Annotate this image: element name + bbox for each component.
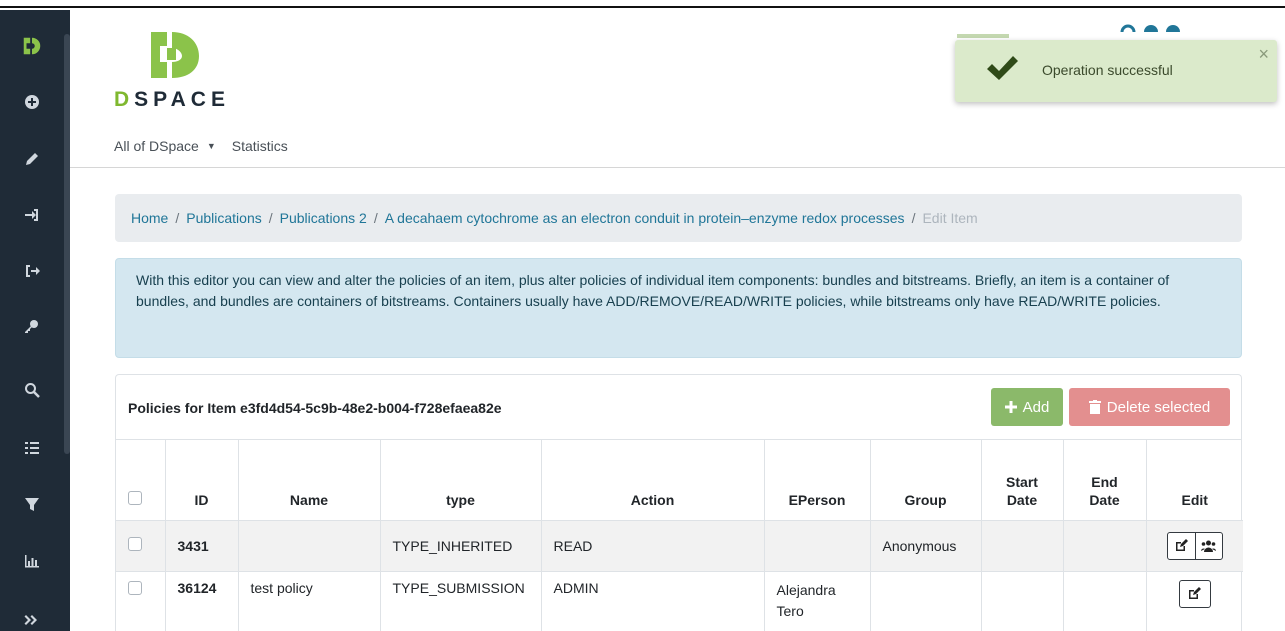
column-header-edit: Edit (1146, 440, 1243, 521)
policy-end-date (1063, 520, 1147, 572)
column-header-start-date: Start Date (981, 440, 1064, 521)
policy-start-date (981, 571, 1064, 631)
policy-type: TYPE_SUBMISSION (380, 571, 542, 631)
policy-name (238, 520, 381, 572)
policy-id: 3431 (165, 520, 239, 572)
policy-type: TYPE_INHERITED (380, 520, 542, 572)
edit-policy-button[interactable] (1168, 533, 1195, 559)
dspace-logo-icon[interactable] (0, 18, 64, 74)
policy-action: ADMIN (541, 571, 765, 631)
checkmark-icon (987, 56, 1018, 80)
policy-start-date (981, 520, 1064, 572)
edit-policy-button[interactable] (1178, 579, 1211, 608)
nav-all-of-dspace[interactable]: All of DSpace (114, 138, 199, 154)
breadcrumb-home[interactable]: Home (131, 210, 168, 226)
column-header-type: type (380, 440, 542, 521)
policy-id: 36124 (165, 571, 239, 631)
policies-card-header: Policies for Item e3fd4d54-5c9b-48e2-b00… (116, 375, 1241, 440)
column-header-action: Action (541, 440, 765, 521)
row-checkbox[interactable] (128, 537, 142, 551)
admin-sidebar (0, 10, 70, 631)
filter-icon[interactable] (0, 476, 64, 532)
breadcrumb-separator: / (268, 210, 273, 226)
add-label: Add (1022, 398, 1050, 416)
column-header-eperson: EPerson (764, 440, 871, 521)
nav-statistics[interactable]: Statistics (232, 138, 288, 154)
expand-sidebar-icon[interactable] (0, 592, 64, 631)
plus-circle-icon[interactable] (0, 74, 64, 130)
breadcrumb-publications-2[interactable]: Publications 2 (280, 210, 367, 226)
sign-in-icon[interactable] (0, 187, 64, 243)
policy-end-date (1063, 571, 1147, 631)
trash-icon (1088, 400, 1101, 414)
toast-tab (957, 34, 1009, 38)
dspace-wordmark: DSPACE (114, 88, 230, 111)
success-toast: Operation successful × (955, 40, 1277, 102)
policy-action: READ (541, 520, 765, 572)
select-all-checkbox[interactable] (128, 490, 142, 505)
column-header-name: Name (238, 440, 381, 521)
edit-icon (1175, 539, 1188, 551)
column-header-end-date: End Date (1063, 440, 1147, 521)
column-header-id: ID (165, 440, 239, 521)
chart-icon[interactable] (0, 532, 64, 588)
policy-group (870, 571, 982, 631)
delete-selected-button[interactable]: Delete selected (1069, 388, 1230, 426)
breadcrumb-publications[interactable]: Publications (186, 210, 262, 226)
search-icon[interactable] (0, 362, 64, 418)
delete-label: Delete selected (1106, 398, 1211, 416)
pencil-icon[interactable] (0, 131, 64, 187)
row-select-cell (116, 571, 166, 631)
main-nav: All of DSpace ▼ Statistics (114, 138, 288, 154)
toast-message: Operation successful (1042, 62, 1173, 78)
edit-icon (1189, 587, 1202, 599)
policies-card: Policies for Item e3fd4d54-5c9b-48e2-b00… (115, 374, 1243, 631)
breadcrumb-separator: / (175, 210, 180, 226)
key-icon[interactable] (0, 298, 64, 354)
breadcrumb-current: Edit Item (922, 210, 978, 226)
breadcrumb-item[interactable]: A decahaem cytochrome as an electron con… (385, 210, 905, 226)
breadcrumb-separator: / (373, 210, 378, 226)
chevron-down-icon[interactable]: ▼ (207, 141, 216, 151)
policy-eperson (764, 520, 871, 572)
table-row: 3431 TYPE_INHERITED READ Anonymous (116, 520, 1243, 572)
breadcrumb-separator: / (911, 210, 916, 226)
window-frame (0, 0, 1285, 8)
sign-out-icon[interactable] (0, 243, 64, 299)
policies-title: Policies for Item e3fd4d54-5c9b-48e2-b00… (128, 400, 502, 416)
info-alert: With this editor you can view and alter … (115, 258, 1242, 358)
policy-group: Anonymous (870, 520, 982, 572)
row-select-cell (116, 520, 166, 572)
plus-icon (1004, 401, 1017, 413)
dspace-logo-mark[interactable] (148, 30, 202, 85)
policies-table: ID Name type Action EPerson Group Start … (116, 440, 1243, 631)
table-header-row: ID Name type Action EPerson Group Start … (116, 440, 1243, 521)
select-all-cell (116, 440, 166, 521)
table-row: 36124 test policy TYPE_SUBMISSION ADMIN … (116, 571, 1243, 631)
edit-button-group (1166, 531, 1223, 560)
row-checkbox[interactable] (128, 580, 142, 595)
add-policy-button[interactable]: Add (991, 388, 1063, 426)
users-icon (1201, 540, 1217, 552)
edit-group-button[interactable] (1194, 532, 1222, 559)
policy-name: test policy (238, 571, 381, 631)
policy-eperson: Alejandra Tero (764, 571, 871, 631)
toast-close-button[interactable]: × (1258, 44, 1269, 65)
breadcrumb: Home / Publications / Publications 2 / A… (115, 194, 1242, 242)
edit-cell (1146, 520, 1243, 572)
column-header-group: Group (870, 440, 982, 521)
list-icon[interactable] (0, 420, 64, 476)
edit-cell (1146, 571, 1243, 631)
header-icons (1120, 24, 1180, 32)
